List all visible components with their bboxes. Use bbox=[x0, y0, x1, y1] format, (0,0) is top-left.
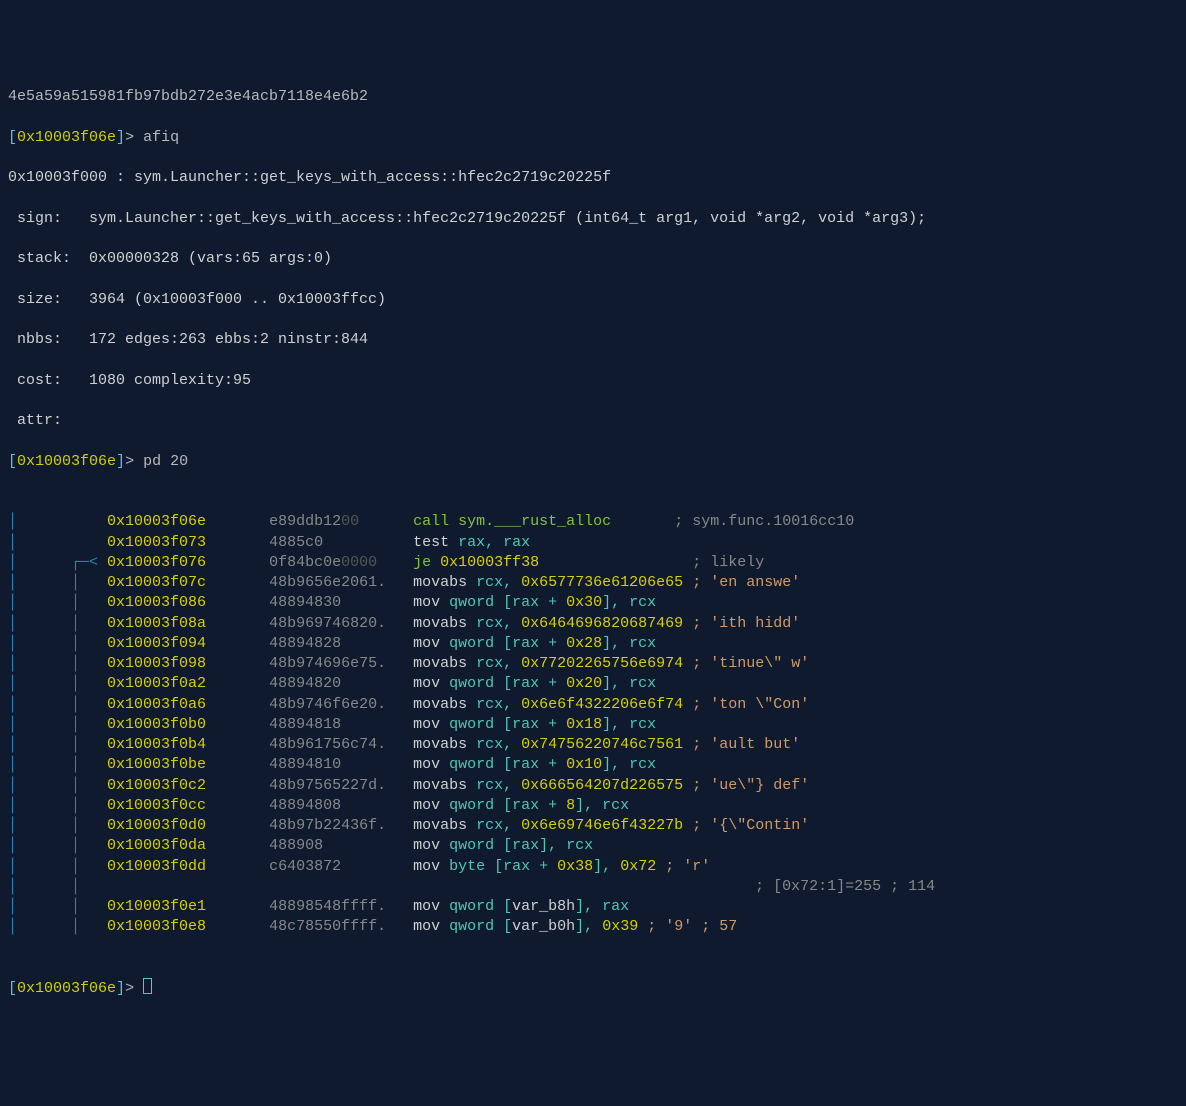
disasm-row: │ 0x10003f073 4885c0 test rax, rax bbox=[8, 533, 1178, 553]
info-cost: cost: 1080 complexity:95 bbox=[8, 371, 1178, 391]
disasm-row: │ │ 0x10003f0da 488908 mov qword [rax], … bbox=[8, 836, 1178, 856]
disasm-row: │ │ 0x10003f086 48894830 mov qword [rax … bbox=[8, 593, 1178, 613]
disasm-row: │ │ 0x10003f0e8 48c78550ffff. mov qword … bbox=[8, 917, 1178, 937]
disasm-row: │ │ 0x10003f094 48894828 mov qword [rax … bbox=[8, 634, 1178, 654]
disasm-row: │ │ 0x10003f0c2 48b97565227d. movabs rcx… bbox=[8, 776, 1178, 796]
disasm-row: │ ┌─< 0x10003f076 0f84bc0e0000 je 0x1000… bbox=[8, 553, 1178, 573]
prompt-pd[interactable]: [0x10003f06e]> pd 20 bbox=[8, 452, 1178, 472]
info-sign: sign: sym.Launcher::get_keys_with_access… bbox=[8, 209, 1178, 229]
disasm-row: │ │ 0x10003f0be 48894810 mov qword [rax … bbox=[8, 755, 1178, 775]
disasm-row: │ │ 0x10003f0a6 48b9746f6e20. movabs rcx… bbox=[8, 695, 1178, 715]
disasm-row: │ │ 0x10003f0b0 48894818 mov qword [rax … bbox=[8, 715, 1178, 735]
disasm-row: │ 0x10003f06e e89ddb1200 call sym.___rus… bbox=[8, 512, 1178, 532]
hash-line: 4e5a59a515981fb97bdb272e3e4acb7118e4e6b2 bbox=[8, 87, 1178, 107]
func-header: 0x10003f000 : sym.Launcher::get_keys_wit… bbox=[8, 168, 1178, 188]
disasm-row: │ │ 0x10003f0b4 48b961756c74. movabs rcx… bbox=[8, 735, 1178, 755]
disassembly-block: │ 0x10003f06e e89ddb1200 call sym.___rus… bbox=[8, 512, 1178, 937]
disasm-row: │ │ 0x10003f07c 48b9656e2061. movabs rcx… bbox=[8, 573, 1178, 593]
disasm-row: │ │ 0x10003f0d0 48b97b22436f. movabs rcx… bbox=[8, 816, 1178, 836]
prompt-afiq[interactable]: [0x10003f06e]> afiq bbox=[8, 128, 1178, 148]
cursor-box bbox=[143, 978, 152, 994]
disasm-row: │ │ 0x10003f098 48b974696e75. movabs rcx… bbox=[8, 654, 1178, 674]
disasm-row: │ │ 0x10003f0dd c6403872 mov byte [rax +… bbox=[8, 857, 1178, 877]
info-nbbs: nbbs: 172 edges:263 ebbs:2 ninstr:844 bbox=[8, 330, 1178, 350]
disasm-row: │ │ ; [0x72:1]=255 ; 114 bbox=[8, 877, 1178, 897]
prompt-idle[interactable]: [0x10003f06e]> bbox=[8, 978, 1178, 999]
disasm-row: │ │ 0x10003f0e1 48898548ffff. mov qword … bbox=[8, 897, 1178, 917]
disasm-row: │ │ 0x10003f08a 48b969746820. movabs rcx… bbox=[8, 614, 1178, 634]
disasm-row: │ │ 0x10003f0a2 48894820 mov qword [rax … bbox=[8, 674, 1178, 694]
info-size: size: 3964 (0x10003f000 .. 0x10003ffcc) bbox=[8, 290, 1178, 310]
disasm-row: │ │ 0x10003f0cc 48894808 mov qword [rax … bbox=[8, 796, 1178, 816]
info-stack: stack: 0x00000328 (vars:65 args:0) bbox=[8, 249, 1178, 269]
info-attr: attr: bbox=[8, 411, 1178, 431]
